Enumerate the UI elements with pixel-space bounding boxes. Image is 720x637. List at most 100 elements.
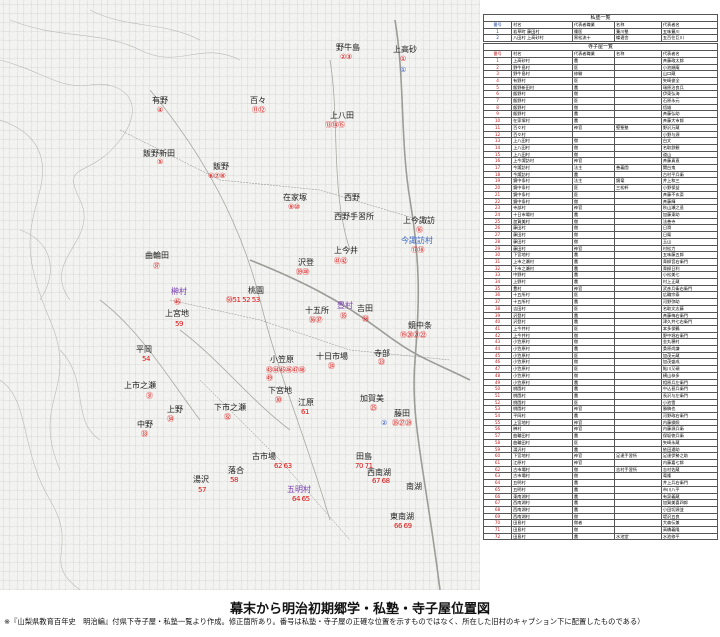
temple-table-cell: 農 [571,485,616,494]
private-table-header-cell: 代表者名 [660,21,719,29]
temple-table-row: 72 田島村農水池堂 水池修平 [482,532,719,541]
temple-table-cell: 江原村 [511,459,573,467]
temple-table-cell: 37 [482,298,513,306]
temple-table-cell: 河野弥助 [660,298,719,306]
temple-table-cell: 田島村 [511,519,573,528]
place-arino-numbers: ④ [157,106,163,114]
temple-table-cell: 石原永元 [660,97,719,105]
temple-table-cell: 40 [482,318,513,326]
place-yagoshima: 野牛島 [336,43,360,52]
temple-table-cell: 井上和三 [660,177,719,186]
temple-table-cell: 藤田村 [511,237,573,246]
temple-table-cell: 30 [482,251,513,259]
temple-table-cell: 10 [482,117,513,125]
temple-table-row: 34 上野村農 村上正蔵 [482,278,719,286]
temple-table-cell: 金丸穂村 [660,338,719,347]
temple-table-cell: 50 [482,385,513,393]
temple-table-cell: 桃園村 [511,405,573,414]
temple-table-cell: 61 [482,459,513,467]
temple-table-cell: 曲輪田村 [511,432,573,440]
temple-table-cell: 鏡中条村 [511,184,573,192]
temple-table-cell: 25 [482,217,513,226]
temple-table-cell: 古市場村 [511,472,573,481]
temple-table-cell [614,257,662,266]
place-kamimiyaji-numbers: 59 [175,320,183,328]
temple-table-cell: 悟雄 [660,103,719,112]
private-table-cell: 蒹川塾 [614,27,662,36]
temple-table-cell [571,130,616,139]
temple-table-cell: 8 [482,103,513,112]
temple-table-cell [614,244,662,253]
temple-table-row: 4 有野村医 矢崎俊全 [482,76,719,85]
temple-table-cell [614,365,662,373]
temple-table-cell [614,63,662,72]
temple-table-cell: 中込甚兵衛門 [660,385,719,393]
temple-table-cell [614,278,662,286]
temple-table-cell: 藤田村 [511,244,573,253]
temple-table-cell: 68 [482,505,513,514]
place-sawanobori-numbers: ㊴㊵ [296,268,310,276]
temple-table-cell: 1 [482,56,513,65]
temple-table-cell: 津久井七右衛門 [660,318,719,326]
temple-table-cell [614,358,662,367]
temple-table-cell: 小笠原村 [511,371,573,380]
temple-table-cell [614,378,662,387]
temple-table-cell: 古村平兵衛 [660,170,719,179]
temple-table-row: 49 小笠原村農 相原兵左衛門 [482,378,719,387]
temple-table-cell: 小笠原村 [511,365,573,373]
temple-table-cell: 47 [482,365,513,373]
temple-table-cell: 内藤嘉七郎 [660,459,719,467]
temple-table-cell: 農 [571,412,616,420]
temple-table-cell: 斉藤不玄斎 [660,190,719,199]
place-jugosho-numbers: ㊱㊲ [309,316,323,324]
place-kagami-numbers: ㉕ [370,404,377,412]
temple-table-cell: 23 [482,204,513,212]
temple-table-cell: 志村手習所 [614,465,662,474]
temple-table-row: 19 鏡中条村 法主 鏡竜 井上和三 [482,177,719,186]
temple-table-cell: 11 [482,123,513,132]
temple-table-cell: 河野政右衛門 [660,412,719,420]
temple-table-row: 60 下宮地村 神官 足達手習所 足達伊勢之助 [482,452,719,460]
temple-table-cell [614,56,662,65]
temple-table-cell: 51 [482,391,513,400]
temple-table-cell: 農 [571,83,616,92]
temple-table-cell: 医 [571,324,616,333]
temple-table-header: 番号 村名 代表者職業 名称 代表者名 [482,50,719,58]
temple-table-cell: 堅聖塾 [614,123,662,132]
temple-table-cell: 33 [482,271,513,279]
temple-table-cell: 内藤源兵衛 [660,425,719,434]
temple-table-cell [614,97,662,105]
temple-table-cell [614,190,662,199]
temple-table-row: 63 古市場村僧 竜隆 [482,472,719,481]
temple-table-cell: 22 [482,197,513,206]
place-arino: 有野 [152,96,168,105]
temple-table-cell: 59 [482,445,513,454]
temple-table-cell: 56 [482,425,513,434]
temple-table-cell: 五味藤五郎 [660,251,719,259]
temple-table-header-cell: 名称 [614,50,662,58]
temple-table-cell: 医 [571,304,616,313]
temple-table-row: 33 中野村農 小松美七 [482,271,719,279]
temple-table-cell: 鏡中条村 [511,197,573,206]
temple-table-cell [614,472,662,481]
temple-table-row: 58 曲輪田村医 矢崎永蔵 [482,438,719,447]
temple-table-cell: 神官 [571,418,616,427]
temple-table-cell [614,331,662,340]
temple-table-cell: 小笠原村 [511,338,573,347]
historical-map: 野牛島 ②③ 上高砂 ① ① 有野 ④ 百々 ⑪⑫ 上八田 ⑬⑭⑮ 飯野新田 ⑤… [0,0,480,590]
temple-table-cell: 鮎川又碩 [660,365,719,373]
place-kamimiyaji: 上宮地 [165,309,189,318]
place-kamiimasuwa: 上今諏訪 [403,216,435,225]
temple-table-row: 11 百々村 神官 堅聖塾 野沢万蔵 [482,123,719,132]
temple-table-cell: 加茂元蔵 [660,351,719,360]
temple-table-cell: 山口蔵 [660,70,719,78]
private-table-cell: 黒松流十 [571,34,616,43]
temple-table-row: 12 百々村 小野与源 [482,130,719,139]
place-kaganakajo-numbers: ⑲⑳㉑㉒ [400,331,427,339]
temple-table-row: 1 上高砂村農 斉藤政太郎 [482,56,719,65]
place-shimoichinose-numbers: ㉜ [224,413,231,421]
temple-table-cell: 相原兵左衛門 [660,378,719,387]
place-iino: 飯野 [213,162,229,171]
temple-table-row: 26 藤田村僧 日滑 [482,224,719,233]
temple-table-cell: 矢崎永蔵 [660,438,719,447]
